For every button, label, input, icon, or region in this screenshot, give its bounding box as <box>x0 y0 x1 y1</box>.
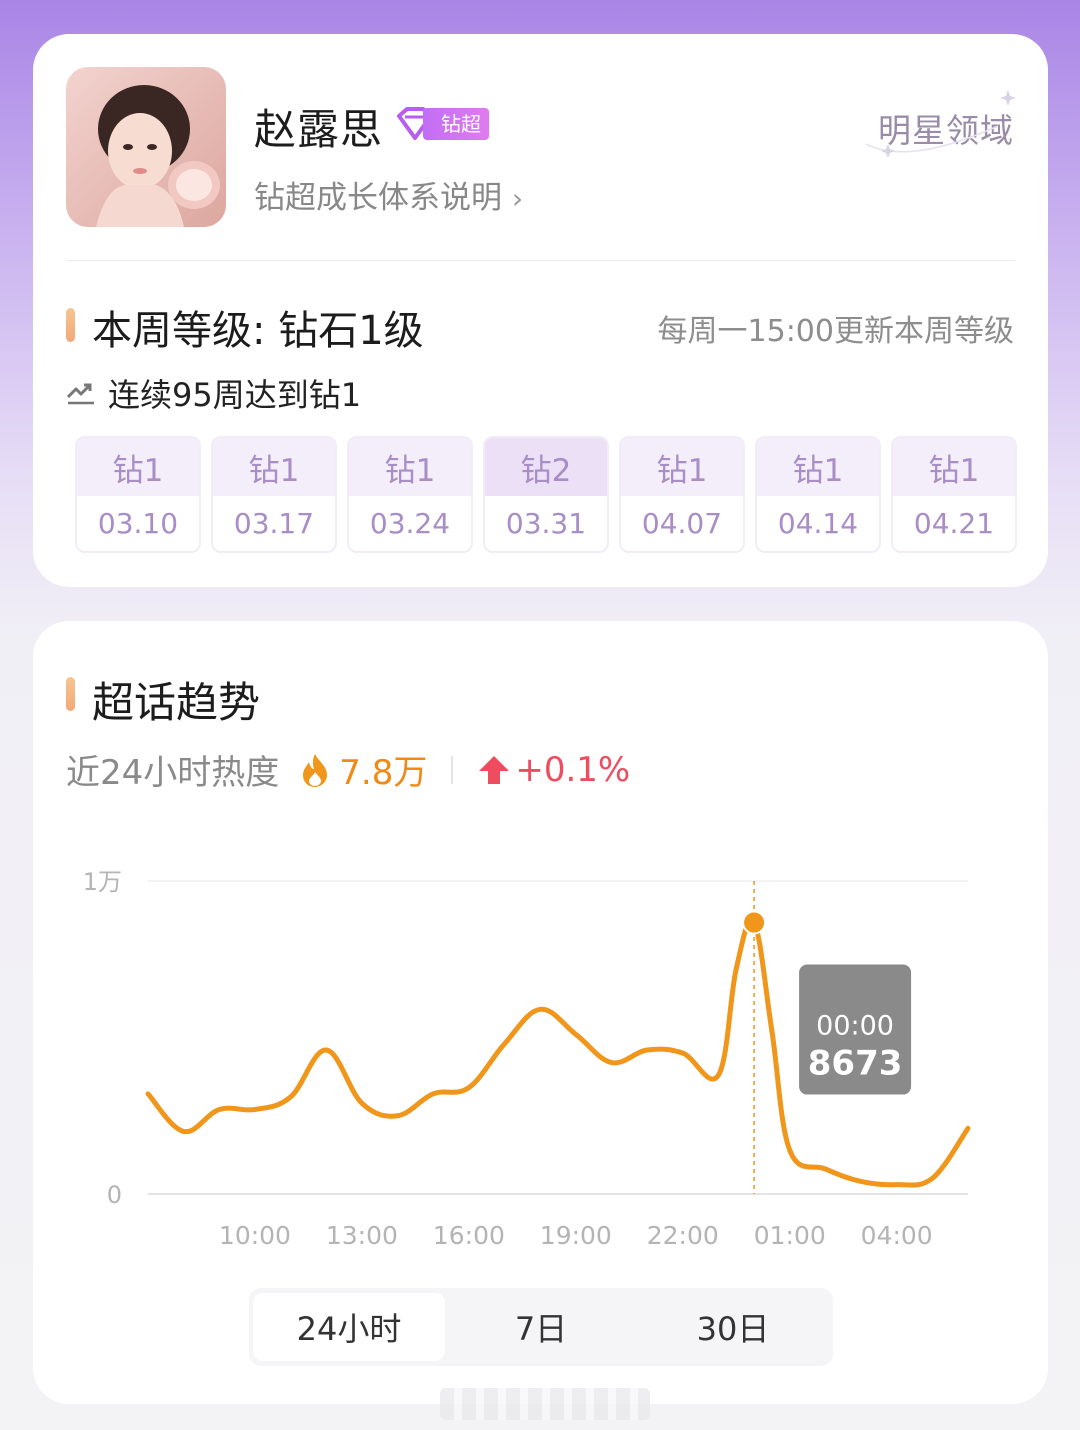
week-level: 钻2 <box>485 438 607 496</box>
week-date: 03.24 <box>349 496 471 551</box>
x-tick-label: 22:00 <box>647 1221 719 1250</box>
streak-row: 连续95周达到钻1 <box>66 370 361 416</box>
avatar[interactable] <box>66 67 226 227</box>
avatar-image <box>66 67 226 227</box>
week-level: 钻1 <box>893 438 1015 496</box>
section-accent-bar <box>66 308 75 342</box>
badge-label: 钻超 <box>423 108 489 140</box>
star-name: 赵露思 <box>254 105 384 154</box>
x-tick-label: 01:00 <box>754 1221 826 1250</box>
star-level-card: 赵露思 钻超 钻超成长体系说明 › 明星领域 本周等级: 钻石1级 每周一15:… <box>33 34 1048 587</box>
week-date: 03.10 <box>77 496 199 551</box>
value-tooltip: 00:00 8673 <box>799 964 912 1095</box>
trend-title: 超话趋势 <box>92 678 261 727</box>
week-date: 04.21 <box>893 496 1015 551</box>
y-tick-label: 0 <box>107 1181 122 1209</box>
weekly-level-title: 本周等级: 钻石1级 <box>92 308 424 354</box>
week-date: 03.17 <box>213 496 335 551</box>
divider <box>66 260 1015 261</box>
tooltip-time: 00:00 <box>816 1011 894 1042</box>
range-selector: 24小时 7日 30日 <box>249 1288 833 1366</box>
growth-system-link[interactable]: 钻超成长体系说明 › <box>254 172 523 217</box>
arrow-up-icon <box>479 755 510 784</box>
week-date: 04.07 <box>621 496 743 551</box>
week-level: 钻1 <box>757 438 879 496</box>
week-level: 钻1 <box>349 438 471 496</box>
week-date: 04.14 <box>757 496 879 551</box>
x-tick-label: 16:00 <box>433 1221 505 1250</box>
week-item: 钻1 03.24 <box>347 436 473 553</box>
watermark <box>440 1388 650 1420</box>
heat-label: 近24小时热度 <box>66 753 280 793</box>
trend-up-icon <box>66 383 94 405</box>
chevron-right-icon: › <box>511 182 524 215</box>
week-item: 钻1 04.14 <box>755 436 881 553</box>
tab-30d[interactable]: 30日 <box>637 1293 829 1361</box>
week-level: 钻1 <box>621 438 743 496</box>
tooltip-value: 8673 <box>808 1044 903 1084</box>
week-level: 钻1 <box>77 438 199 496</box>
highlight-point[interactable] <box>742 910 767 935</box>
separator <box>451 755 454 784</box>
heat-change: +0.1% <box>515 749 631 790</box>
x-tick-label: 04:00 <box>861 1221 933 1250</box>
fire-icon <box>303 753 328 787</box>
sparkle-decoration-icon <box>865 90 1016 158</box>
streak-text: 连续95周达到钻1 <box>108 376 362 414</box>
x-tick-label: 19:00 <box>540 1221 612 1250</box>
x-tick-label: 13:00 <box>326 1221 398 1250</box>
x-tick-label: 10:00 <box>219 1221 291 1250</box>
week-item: 钻1 03.10 <box>75 436 201 553</box>
week-item: 钻1 04.07 <box>619 436 745 553</box>
heat-summary: 近24小时热度 7.8万 +0.1% <box>66 745 630 794</box>
week-item: 钻2 03.31 <box>483 436 609 553</box>
week-item: 钻1 03.17 <box>211 436 337 553</box>
y-tick-label: 1万 <box>83 868 122 896</box>
week-date: 03.31 <box>485 496 607 551</box>
tab-24h[interactable]: 24小时 <box>253 1293 445 1361</box>
week-item: 钻1 04.21 <box>891 436 1017 553</box>
growth-link-label: 钻超成长体系说明 <box>254 180 502 216</box>
heat-value: 7.8万 <box>339 753 428 793</box>
update-note: 每周一15:00更新本周等级 <box>657 314 1014 349</box>
tab-7d[interactable]: 7日 <box>445 1293 637 1361</box>
diamond-super-badge[interactable]: 钻超 <box>393 106 489 142</box>
trend-line-chart[interactable]: 1万0 10:00 13:00 16:00 19:00 22:00 01:00 04:00 … <box>33 801 1048 1281</box>
section-accent-bar <box>66 677 75 711</box>
week-level: 钻1 <box>213 438 335 496</box>
topic-trend-card: 超话趋势 近24小时热度 7.8万 +0.1% 1万 0 10:00 13:00 16… <box>33 621 1048 1404</box>
weekly-level-list: 钻1 03.10 钻1 03.17 钻1 03.24 钻2 03.31 钻1 0… <box>75 436 1017 553</box>
